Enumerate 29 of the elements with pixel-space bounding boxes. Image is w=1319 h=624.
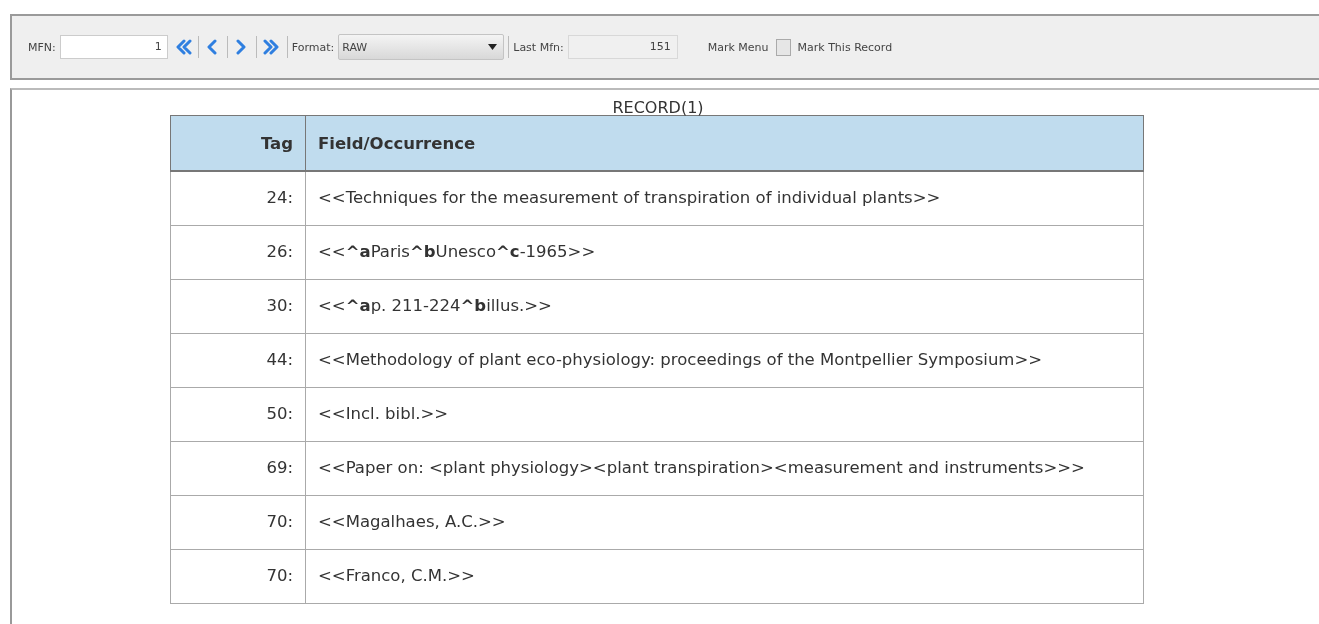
field-cell: <<Magalhaes, A.C.>> — [305, 495, 1144, 550]
format-label: Format: — [291, 40, 335, 54]
tag-cell: 24: — [170, 171, 306, 226]
tag-cell: 30: — [170, 279, 306, 334]
tag-cell: 69: — [170, 441, 306, 496]
tag-cell: 26: — [170, 225, 306, 280]
format-dropdown[interactable]: RAW — [338, 34, 505, 60]
mfn-label: MFN: — [28, 40, 56, 54]
tag-cell: 70: — [170, 495, 306, 550]
tag-cell: 44: — [170, 333, 306, 388]
tag-cell: 70: — [170, 549, 306, 604]
tag-cell: 50: — [170, 387, 306, 442]
last-mfn-label: Last Mfn: — [513, 40, 564, 54]
column-header: Field/Occurrence — [305, 115, 1144, 171]
dropdown-caret-icon — [488, 44, 498, 50]
mfn-field[interactable]: 1 — [59, 35, 168, 59]
column-header: Tag — [170, 115, 306, 171]
field-cell: <<Paper on: <plant physiology><plant transpiration><measurement and instruments>>> — [305, 441, 1144, 496]
mark-menu-button[interactable]: Mark Menu — [707, 40, 769, 54]
mark-record-checkbox[interactable] — [775, 38, 791, 56]
field-cell: <<^ap. 211-224^billus.>> — [305, 279, 1144, 334]
mark-record-label: Mark This Record — [797, 40, 893, 54]
last-mfn-field: 151 — [567, 35, 678, 59]
field-cell: <<Franco, C.M.>> — [305, 549, 1144, 604]
field-cell: <<Methodology of plant eco-physiology: proceedings of the Montpellier Symposium>> — [305, 333, 1144, 388]
field-cell: <<Techniques for the measurement of transpiration of individual plants>> — [305, 171, 1144, 226]
record-title: RECORD(1) — [611, 97, 705, 115]
field-cell: <<Incl. bibl.>> — [305, 387, 1144, 442]
field-cell: <<^aParis^bUnesco^c-1965>> — [305, 225, 1144, 280]
